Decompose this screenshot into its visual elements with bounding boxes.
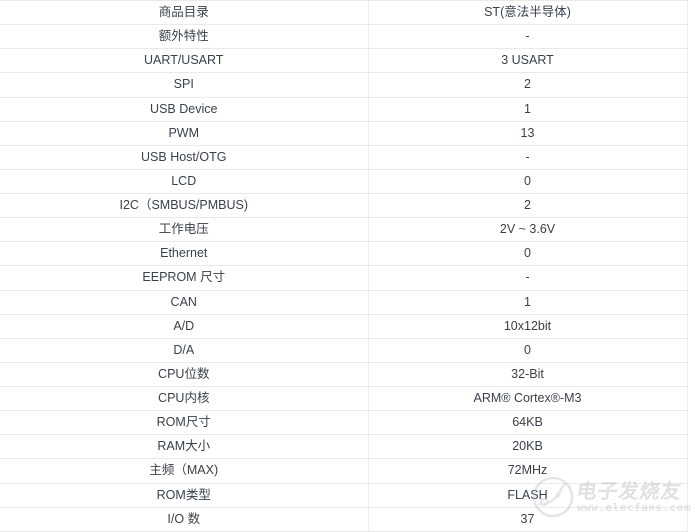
parameter-value-cell: 13 — [368, 121, 688, 146]
parameter-value-cell: - — [368, 24, 688, 50]
parameter-label-cell: 工作电压 — [0, 217, 369, 243]
parameter-label-cell: RAM大小 — [0, 434, 369, 460]
parameter-label-cell: SPI — [0, 72, 369, 98]
parameter-label-cell: CAN — [0, 290, 369, 315]
specification-table: 商品目录 ST(意法半导体) 额外特性 - UART/USART 3 USART SPI 2 U… — [0, 0, 688, 532]
parameter-label-cell: I2C（SMBUS/PMBUS) — [0, 193, 369, 219]
parameter-value-cell: 64KB — [368, 410, 688, 436]
parameter-value-cell: ST(意法半导体) — [368, 0, 688, 26]
table-row: A/D 10x12bit — [0, 314, 688, 339]
parameter-label-cell: 额外特性 — [0, 24, 369, 50]
table-row: 工作电压 2V ~ 3.6V — [0, 217, 688, 243]
parameter-value-cell: 72MHz — [368, 458, 688, 484]
parameter-label-cell: PWM — [0, 121, 369, 146]
table-row: I2C（SMBUS/PMBUS) 2 — [0, 193, 688, 219]
parameter-label-cell: USB Host/OTG — [0, 145, 369, 170]
parameter-value-cell: 1 — [368, 97, 688, 122]
table-row: USB Host/OTG - — [0, 145, 688, 170]
parameter-label-cell: ROM尺寸 — [0, 410, 369, 436]
table-row: LCD 0 — [0, 169, 688, 195]
parameter-value-cell: 2 — [368, 193, 688, 219]
table-row: ROM尺寸 64KB — [0, 410, 688, 436]
table-row: Ethernet 0 — [0, 241, 688, 267]
table-row: UART/USART 3 USART — [0, 48, 688, 74]
parameter-value-cell: 0 — [368, 169, 688, 195]
table-row: EEPROM 尺寸 - — [0, 265, 688, 291]
parameter-value-cell: 0 — [368, 241, 688, 267]
parameter-value-cell: 10x12bit — [368, 314, 688, 339]
parameter-label-cell: USB Device — [0, 97, 369, 122]
parameter-label-cell: CPU内核 — [0, 386, 369, 412]
table-row: ROM类型 FLASH — [0, 483, 688, 508]
parameter-value-cell: - — [368, 265, 688, 291]
specification-table-body: 商品目录 ST(意法半导体) 额外特性 - UART/USART 3 USART SPI 2 U… — [0, 0, 688, 532]
table-row: CPU位数 32-Bit — [0, 362, 688, 388]
parameter-value-cell: 32-Bit — [368, 362, 688, 388]
table-row: 额外特性 - — [0, 24, 688, 50]
parameter-value-cell: ARM® Cortex®-M3 — [368, 386, 688, 412]
table-row: PWM 13 — [0, 121, 688, 146]
table-row: USB Device 1 — [0, 97, 688, 122]
table-row: D/A 0 — [0, 338, 688, 363]
parameter-value-cell: - — [368, 145, 688, 170]
parameter-value-cell: 2V ~ 3.6V — [368, 217, 688, 243]
parameter-value-cell: 2 — [368, 72, 688, 98]
parameter-label-cell: I/O 数 — [0, 507, 369, 532]
table-row: RAM大小 20KB — [0, 434, 688, 460]
parameter-label-cell: 主频（MAX) — [0, 458, 369, 484]
parameter-label-cell: UART/USART — [0, 48, 369, 74]
parameter-label-cell: CPU位数 — [0, 362, 369, 388]
table-row: 主频（MAX) 72MHz — [0, 458, 688, 484]
table-row: 商品目录 ST(意法半导体) — [0, 0, 688, 26]
table-row: CAN 1 — [0, 290, 688, 315]
parameter-label-cell: D/A — [0, 338, 369, 363]
parameter-value-cell: 20KB — [368, 434, 688, 460]
parameter-label-cell: Ethernet — [0, 241, 369, 267]
table-row: I/O 数 37 — [0, 507, 688, 532]
table-row: SPI 2 — [0, 72, 688, 98]
parameter-value-cell: FLASH — [368, 483, 688, 508]
parameter-label-cell: 商品目录 — [0, 0, 369, 26]
parameter-value-cell: 3 USART — [368, 48, 688, 74]
parameter-label-cell: A/D — [0, 314, 369, 339]
table-row: CPU内核 ARM® Cortex®-M3 — [0, 386, 688, 412]
parameter-value-cell: 1 — [368, 290, 688, 315]
parameter-label-cell: LCD — [0, 169, 369, 195]
parameter-value-cell: 0 — [368, 338, 688, 363]
parameter-value-cell: 37 — [368, 507, 688, 532]
parameter-label-cell: ROM类型 — [0, 483, 369, 508]
parameter-label-cell: EEPROM 尺寸 — [0, 265, 369, 291]
